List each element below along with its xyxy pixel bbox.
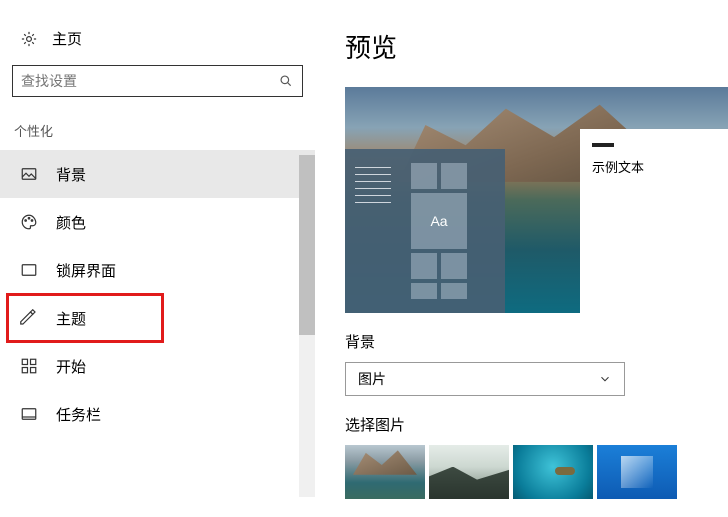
main-content: 预览 Aa 示例文本 背景 图片 — [315, 0, 728, 517]
preview-sample-text: 示例文本 — [580, 157, 728, 176]
background-type-dropdown[interactable]: 图片 — [345, 362, 625, 396]
sidebar-item-background[interactable]: 背景 — [0, 150, 315, 198]
sidebar-item-lockscreen[interactable]: 锁屏界面 — [0, 246, 315, 294]
sidebar-item-label: 颜色 — [56, 212, 86, 233]
preview-tile-text: Aa — [411, 193, 467, 249]
sidebar-item-start[interactable]: 开始 — [0, 342, 315, 390]
picture-icon — [20, 165, 38, 183]
gear-icon — [20, 30, 38, 48]
search-icon — [278, 73, 294, 89]
search-box[interactable] — [12, 65, 303, 97]
home-button[interactable]: 主页 — [0, 20, 315, 65]
search-input[interactable] — [21, 67, 278, 95]
sidebar-item-label: 任务栏 — [56, 404, 101, 425]
sidebar-item-label: 背景 — [56, 164, 86, 185]
palette-icon — [20, 213, 38, 231]
preview-start-menu: Aa — [345, 149, 505, 313]
chevron-down-icon — [598, 372, 612, 386]
lockscreen-icon — [20, 261, 38, 279]
picture-thumbnail[interactable] — [429, 445, 509, 499]
sidebar-item-colors[interactable]: 颜色 — [0, 198, 315, 246]
sidebar-item-label: 主题 — [56, 308, 86, 329]
settings-sidebar: 主页 个性化 背景 — [0, 0, 315, 517]
dropdown-value: 图片 — [358, 369, 386, 389]
section-title: 个性化 — [0, 111, 315, 150]
start-icon — [20, 357, 38, 375]
desktop-preview: Aa 示例文本 — [345, 87, 728, 313]
picture-thumbnails — [345, 445, 728, 499]
picture-thumbnail[interactable] — [597, 445, 677, 499]
sidebar-item-label: 开始 — [56, 356, 86, 377]
picture-thumbnail[interactable] — [345, 445, 425, 499]
taskbar-icon — [20, 405, 38, 423]
choose-picture-label: 选择图片 — [345, 414, 728, 435]
scrollbar-thumb[interactable] — [299, 155, 315, 335]
background-label: 背景 — [345, 331, 728, 352]
home-label: 主页 — [52, 28, 82, 49]
theme-icon — [20, 309, 38, 327]
sidebar-scrollbar[interactable] — [299, 155, 315, 497]
page-title: 预览 — [345, 28, 728, 65]
preview-sample-window: 示例文本 — [580, 129, 728, 313]
picture-thumbnail[interactable] — [513, 445, 593, 499]
sidebar-item-themes[interactable]: 主题 — [0, 294, 315, 342]
sidebar-item-taskbar[interactable]: 任务栏 — [0, 390, 315, 438]
sidebar-item-label: 锁屏界面 — [56, 260, 116, 281]
